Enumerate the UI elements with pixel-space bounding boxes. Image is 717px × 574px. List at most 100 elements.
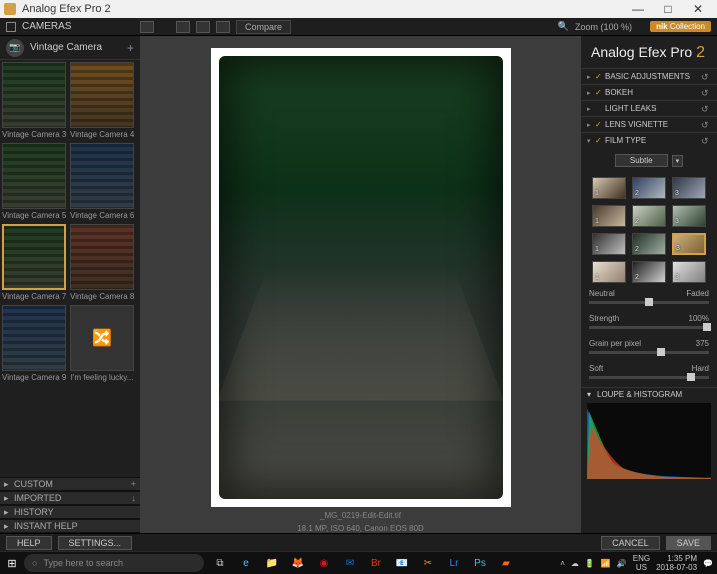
slider-thumb[interactable]: [687, 373, 695, 381]
film-swatch[interactable]: 1: [592, 233, 626, 255]
adjustment-row[interactable]: ✓ BOKEH ↺: [581, 84, 717, 100]
panel-grid-icon[interactable]: [6, 22, 16, 32]
view-single-icon[interactable]: [176, 21, 190, 33]
loupe-section-header[interactable]: ▾ LOUPE & HISTOGRAM: [581, 387, 717, 401]
edge-icon[interactable]: e: [238, 555, 254, 571]
tray-chevron-icon[interactable]: ˄: [560, 559, 565, 568]
firefox-icon[interactable]: 🦊: [290, 555, 306, 571]
adjustment-row[interactable]: ✓ FILM TYPE ↺: [581, 132, 717, 148]
outlook-icon[interactable]: ✉: [342, 555, 358, 571]
thumbnail-label: Vintage Camera 6: [70, 209, 134, 222]
section-instant-help[interactable]: ▸ INSTANT HELP: [0, 519, 140, 533]
zoom-search-icon[interactable]: 🔍: [558, 21, 569, 32]
swatch-number: 1: [595, 218, 599, 225]
film-swatch[interactable]: 1: [592, 205, 626, 227]
cancel-button[interactable]: CANCEL: [601, 536, 660, 550]
swatch-number: 2: [635, 190, 639, 197]
slider-thumb[interactable]: [645, 298, 653, 306]
reset-icon[interactable]: ↺: [701, 72, 711, 82]
tray-clock[interactable]: 1:35 PM2018-07-03: [656, 554, 697, 572]
film-swatch[interactable]: 2: [632, 233, 666, 255]
reset-icon[interactable]: ↺: [701, 136, 711, 146]
film-swatch[interactable]: 3: [672, 177, 706, 199]
slider-thumb[interactable]: [657, 348, 665, 356]
expand-icon: ▸: [4, 493, 14, 504]
section-imported[interactable]: ▸ IMPORTED ↓: [0, 491, 140, 505]
bottom-bar: HELP SETTINGS... CANCEL SAVE: [0, 533, 717, 551]
search-placeholder: Type here to search: [43, 558, 123, 568]
add-camera-button[interactable]: +: [127, 41, 134, 55]
slider-track[interactable]: [589, 326, 709, 329]
tray-wifi-icon[interactable]: 📶: [601, 559, 611, 568]
help-button[interactable]: HELP: [6, 536, 52, 550]
minimize-button[interactable]: —: [623, 2, 653, 16]
thumbnail[interactable]: Vintage Camera 5: [2, 143, 66, 222]
reset-icon[interactable]: ↺: [701, 120, 711, 130]
thumbnail[interactable]: Vintage Camera 4: [70, 62, 134, 141]
settings-button[interactable]: SETTINGS...: [58, 536, 133, 550]
cortana-icon: ○: [32, 558, 37, 568]
add-custom-button[interactable]: +: [131, 479, 136, 489]
thumbnail[interactable]: Vintage Camera 6: [70, 143, 134, 222]
film-swatch[interactable]: 3: [672, 205, 706, 227]
adjustment-row[interactable]: ✓ LENS VIGNETTE ↺: [581, 116, 717, 132]
film-swatch[interactable]: 1: [592, 177, 626, 199]
tray-notifications-icon[interactable]: 💬: [703, 559, 713, 568]
film-swatch[interactable]: 2: [632, 261, 666, 283]
tray-battery-icon[interactable]: 🔋: [585, 559, 595, 568]
mail-icon[interactable]: 📧: [394, 555, 410, 571]
camera-header[interactable]: 📷 Vintage Camera +: [0, 36, 140, 60]
view-side-icon[interactable]: [216, 21, 230, 33]
tray-volume-icon[interactable]: 🔊: [617, 559, 627, 568]
task-view-icon[interactable]: ⧉: [212, 555, 228, 571]
windows-taskbar: ⊞ ○ Type here to search ⧉ e 📁 🦊 ◉ ✉ Br 📧…: [0, 552, 717, 574]
bridge-icon[interactable]: Br: [368, 555, 384, 571]
film-swatch[interactable]: 2: [632, 205, 666, 227]
save-button[interactable]: SAVE: [666, 536, 711, 550]
chrome-icon[interactable]: ◉: [316, 555, 332, 571]
lightroom-icon[interactable]: Lr: [446, 555, 462, 571]
swatch-number: 3: [675, 274, 679, 281]
zoom-label[interactable]: Zoom (100 %): [575, 22, 632, 32]
photoshop-icon[interactable]: Ps: [472, 555, 488, 571]
thumbnail[interactable]: Vintage Camera 3: [2, 62, 66, 141]
thumbnail[interactable]: Vintage Camera 8: [70, 224, 134, 303]
reset-icon[interactable]: ↺: [701, 104, 711, 114]
reset-icon[interactable]: ↺: [701, 88, 711, 98]
compare-button[interactable]: Compare: [236, 20, 291, 34]
film-swatch[interactable]: 3: [672, 233, 706, 255]
film-swatch[interactable]: 3: [672, 261, 706, 283]
film-swatch[interactable]: 2: [632, 177, 666, 199]
taskbar-search[interactable]: ○ Type here to search: [24, 554, 204, 572]
slider-row: Grain per pixel 375: [581, 337, 717, 362]
view-split-icon[interactable]: [196, 21, 210, 33]
thumbnail[interactable]: Vintage Camera 7: [2, 224, 66, 303]
adjustment-label: LENS VIGNETTE: [605, 120, 668, 129]
slider-thumb[interactable]: [703, 323, 711, 331]
pin-icon[interactable]: [140, 21, 154, 33]
snip-icon[interactable]: ✂: [420, 555, 436, 571]
thumbnail[interactable]: Vintage Camera 9: [2, 305, 66, 384]
film-category-dropdown-icon[interactable]: ▾: [672, 155, 684, 167]
film-category-select[interactable]: Subtle: [615, 154, 668, 167]
app-icon-tb[interactable]: ▰: [498, 555, 514, 571]
adjustment-row[interactable]: ✓ BASIC ADJUSTMENTS ↺: [581, 68, 717, 84]
preview-image[interactable]: [219, 56, 503, 499]
section-custom[interactable]: ▸ CUSTOM +: [0, 477, 140, 491]
close-button[interactable]: ✕: [683, 2, 713, 16]
adjustment-row[interactable]: LIGHT LEAKS ↺: [581, 100, 717, 116]
maximize-button[interactable]: □: [653, 2, 683, 16]
slider-track[interactable]: [589, 376, 709, 379]
tray-language[interactable]: ENGUS: [633, 554, 650, 572]
explorer-icon[interactable]: 📁: [264, 555, 280, 571]
slider-track[interactable]: [589, 351, 709, 354]
slider-track[interactable]: [589, 301, 709, 304]
start-button[interactable]: ⊞: [0, 552, 24, 574]
thumbnail[interactable]: 🔀I'm feeling lucky...: [70, 305, 134, 384]
section-history[interactable]: ▸ HISTORY: [0, 505, 140, 519]
adjustment-label: BASIC ADJUSTMENTS: [605, 72, 690, 81]
tray-cloud-icon[interactable]: ☁: [571, 559, 579, 568]
film-swatch[interactable]: 1: [592, 261, 626, 283]
import-button[interactable]: ↓: [132, 493, 137, 503]
thumbnail-label: I'm feeling lucky...: [70, 371, 134, 384]
